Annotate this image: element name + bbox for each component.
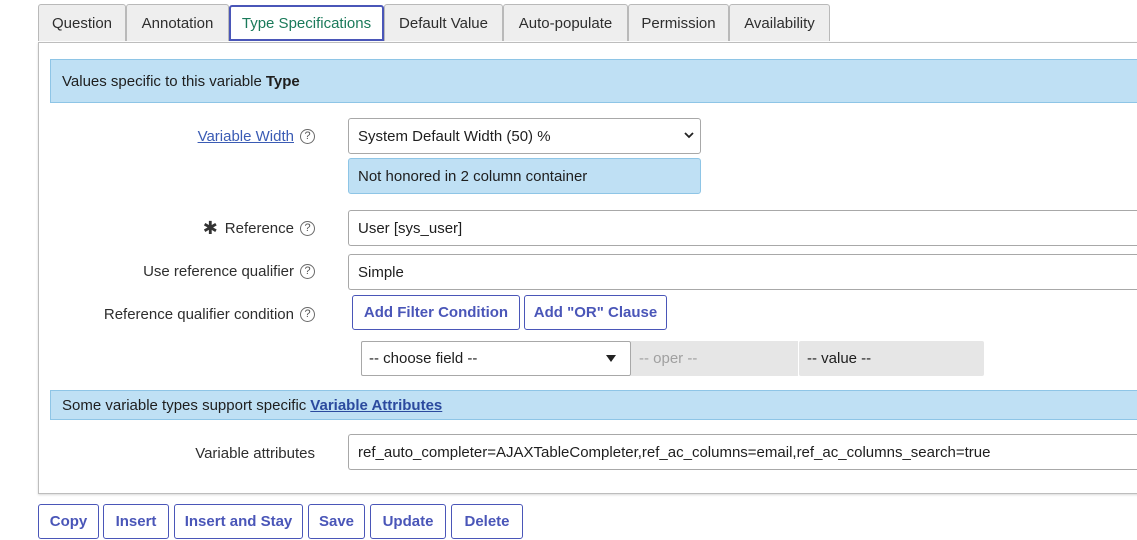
banner-bold: Type bbox=[265, 72, 300, 90]
value-input[interactable]: -- value -- bbox=[799, 341, 984, 376]
help-icon[interactable]: ? bbox=[300, 128, 315, 144]
add-filter-condition-button[interactable]: Add Filter Condition bbox=[352, 295, 520, 330]
insert-button[interactable]: Insert bbox=[103, 504, 169, 539]
variable-attributes-value: ref_auto_completer=AJAXTableCompleter,re… bbox=[358, 443, 991, 461]
delete-button[interactable]: Delete bbox=[451, 504, 523, 539]
tab-default-value[interactable]: Default Value bbox=[384, 4, 503, 41]
copy-button[interactable]: Copy bbox=[38, 504, 99, 539]
ref-qualifier-condition-label-text: Reference qualifier condition bbox=[103, 305, 294, 323]
save-button[interactable]: Save bbox=[308, 504, 365, 539]
use-ref-qualifier-select[interactable]: Simple bbox=[348, 254, 1137, 290]
required-icon: ✱ bbox=[202, 217, 218, 238]
width-notice: Not honored in 2 column container bbox=[348, 158, 701, 194]
tab-permission[interactable]: Permission bbox=[628, 4, 729, 41]
type-info-banner: Values specific to this variable Type bbox=[50, 59, 1137, 103]
use-ref-qualifier-label: Use reference qualifier ? bbox=[143, 261, 315, 281]
tab-question[interactable]: Question bbox=[38, 4, 126, 41]
tab-annotation[interactable]: Annotation bbox=[126, 4, 229, 41]
choose-field-text: -- choose field -- bbox=[369, 350, 478, 367]
reference-label: ✱ Reference ? bbox=[203, 217, 315, 239]
variable-width-value: System Default Width (50) % bbox=[358, 127, 551, 145]
tab-auto-populate[interactable]: Auto-populate bbox=[503, 4, 628, 41]
tab-type-specifications[interactable]: Type Specifications bbox=[229, 5, 384, 41]
choose-field-select[interactable]: -- choose field -- bbox=[361, 341, 631, 376]
banner-text: Values specific to this variable bbox=[62, 72, 262, 90]
help-icon[interactable]: ? bbox=[300, 306, 315, 322]
variable-attributes-label-text: Variable attributes bbox=[195, 444, 315, 462]
help-icon[interactable]: ? bbox=[300, 263, 315, 279]
variable-attributes-link[interactable]: Variable Attributes bbox=[310, 397, 442, 414]
reference-value: User [sys_user] bbox=[358, 219, 463, 237]
variable-attributes-label: Variable attributes bbox=[195, 443, 315, 463]
attributes-info-banner: Some variable types support specific Var… bbox=[50, 390, 1137, 420]
caret-down-icon bbox=[606, 355, 616, 362]
banner-text: Some variable types support specific bbox=[62, 396, 307, 414]
value-text: -- value -- bbox=[807, 350, 872, 367]
variable-width-link[interactable]: Variable Width bbox=[198, 128, 294, 145]
use-ref-qualifier-label-text: Use reference qualifier bbox=[143, 262, 294, 280]
variable-width-label: Variable Width ? bbox=[198, 126, 315, 146]
update-button[interactable]: Update bbox=[370, 504, 446, 539]
reference-input[interactable]: User [sys_user] bbox=[348, 210, 1137, 246]
add-or-clause-button[interactable]: Add "OR" Clause bbox=[524, 295, 667, 330]
ref-qualifier-condition-label: Reference qualifier condition ? bbox=[104, 304, 315, 324]
reference-label-text: Reference bbox=[224, 219, 294, 237]
use-ref-qualifier-value: Simple bbox=[358, 263, 404, 281]
variable-width-select[interactable]: System Default Width (50) % bbox=[348, 118, 701, 154]
variable-attributes-input[interactable]: ref_auto_completer=AJAXTableCompleter,re… bbox=[348, 434, 1137, 470]
tab-availability[interactable]: Availability bbox=[729, 4, 830, 41]
width-notice-text: Not honored in 2 column container bbox=[358, 167, 588, 185]
help-icon[interactable]: ? bbox=[300, 220, 315, 236]
chevron-down-icon bbox=[684, 132, 694, 139]
insert-and-stay-button[interactable]: Insert and Stay bbox=[174, 504, 303, 539]
operator-text: -- oper -- bbox=[639, 350, 698, 367]
operator-select[interactable]: -- oper -- bbox=[631, 341, 798, 376]
